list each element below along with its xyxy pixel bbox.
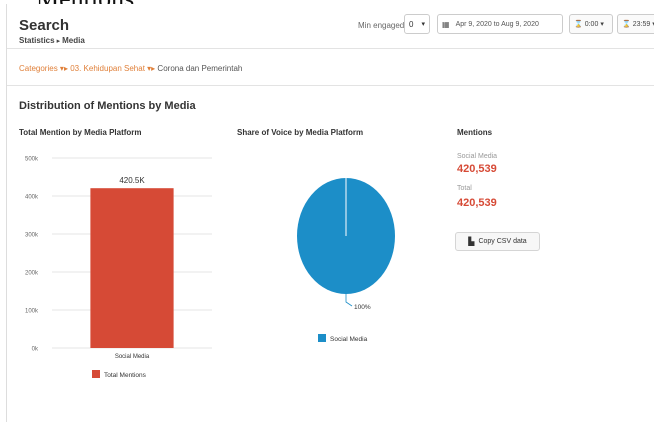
total-value: 420,539 xyxy=(457,197,497,209)
bar-legend: Total Mentions xyxy=(92,370,147,379)
app-window: Search Statistics ▸ Media Min engaged : 0 … xyxy=(6,4,654,422)
start-time-value: 0:00 xyxy=(584,20,599,28)
hourglass-icon: ⌛ xyxy=(574,21,583,28)
bar-chart: 0k 100k 200k 300k 400k 500k 420.5K Social Media… xyxy=(25,157,212,379)
copy-csv-button[interactable]: ▙ Copy CSV data xyxy=(455,232,540,251)
date-range-value: Apr 9, 2020 to Aug 9, 2020 xyxy=(455,20,539,28)
bar-chart-title: Total Mention by Media Platform xyxy=(19,128,142,137)
breadcrumb-separator-icon: ▸ xyxy=(151,64,156,73)
copy-csv-label: Copy CSV data xyxy=(478,238,527,245)
category-root-link[interactable]: Categories xyxy=(19,64,58,73)
min-engaged-select[interactable]: 0 ▾ xyxy=(404,14,430,34)
header-bar: Search Statistics ▸ Media Min engaged : 0 … xyxy=(7,4,654,49)
legend-label: Total Mentions xyxy=(104,372,147,379)
y-tick-label: 0k xyxy=(32,347,39,353)
hourglass-icon: ⌛ xyxy=(622,21,631,28)
data-label: 420.5K xyxy=(119,176,145,185)
legend-swatch xyxy=(92,370,100,378)
category-level1-link[interactable]: 03. Kehidupan Sehat xyxy=(70,64,145,73)
chevron-down-icon: ▾ xyxy=(600,21,604,28)
mentions-title: Mentions xyxy=(457,128,493,137)
pie-chart-title: Share of Voice by Media Platform xyxy=(237,128,364,137)
breadcrumb-item-statistics[interactable]: Statistics xyxy=(19,36,55,45)
category-level2-label: Corona dan Pemerintah xyxy=(157,64,243,73)
total-label: Total xyxy=(457,185,472,192)
date-range-picker[interactable]: ▦ Apr 9, 2020 to Aug 9, 2020 xyxy=(437,14,563,34)
legend-swatch xyxy=(318,334,326,342)
social-media-label: Social Media xyxy=(457,153,498,160)
section-title: Distribution of Mentions by Media xyxy=(19,100,196,112)
y-tick-label: 500k xyxy=(25,157,39,163)
document-icon: ▙ xyxy=(468,237,475,246)
breadcrumb-item-media: Media xyxy=(62,36,85,45)
legend-label: Social Media xyxy=(330,336,368,343)
chevron-down-icon: ▾ xyxy=(421,21,425,28)
breadcrumb: Statistics ▸ Media xyxy=(19,36,85,45)
page-title: Search xyxy=(19,17,70,34)
start-time-select[interactable]: ⌛ 0:00 ▾ xyxy=(569,14,613,34)
breadcrumb-separator-icon: ▸ xyxy=(56,38,61,45)
data-label: 100% xyxy=(354,304,371,311)
pie-legend: Social Media xyxy=(318,334,368,343)
social-media-value: 420,539 xyxy=(457,163,497,175)
bar xyxy=(90,188,174,348)
y-tick-label: 300k xyxy=(25,233,39,239)
y-tick-label: 100k xyxy=(25,309,39,315)
calendar-icon: ▦ xyxy=(442,19,450,29)
end-time-value: 23:59 xyxy=(632,20,651,28)
end-time-select[interactable]: ⌛ 23:59 ▾ xyxy=(617,14,654,34)
category-breadcrumb-bar: Categories ▾▸ 03. Kehidupan Sehat ▾▸ Cor… xyxy=(7,49,654,86)
pie-chart: 100% Social Media xyxy=(297,178,395,343)
min-engaged-label: Min engaged : xyxy=(358,21,409,30)
x-tick-label: Social Media xyxy=(115,354,150,360)
breadcrumb-separator-icon: ▸ xyxy=(63,64,68,73)
y-tick-label: 200k xyxy=(25,271,39,277)
y-tick-label: 400k xyxy=(25,195,39,201)
data-label-connector xyxy=(345,294,353,307)
min-engaged-value: 0 xyxy=(409,19,414,29)
